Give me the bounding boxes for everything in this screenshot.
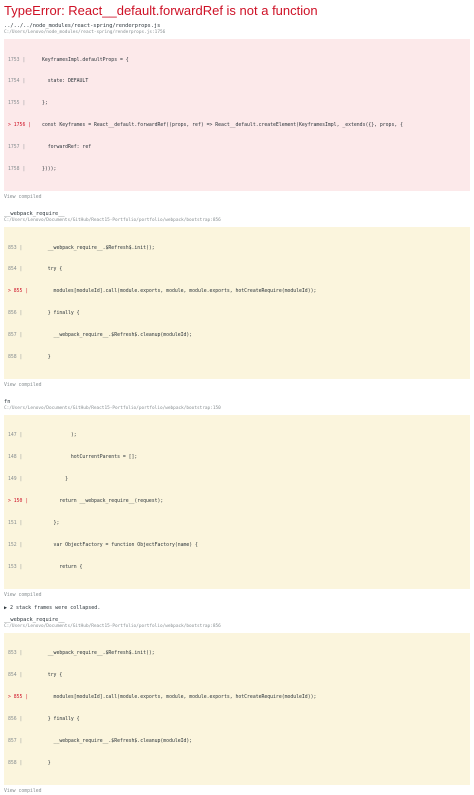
code-text: };	[42, 521, 60, 527]
code-text: __webpack_require__.$Refresh$.init();	[42, 651, 155, 657]
code-text: } finally {	[42, 311, 80, 317]
code-text: );	[42, 433, 77, 439]
code-line: 858 | }	[8, 354, 466, 361]
frame-function-name: ../../../node_modules/react-spring/rende…	[4, 23, 161, 29]
code-text: })));	[42, 167, 57, 173]
stack-frame: __webpack_require__ C:/Users/Lenovo/Docu…	[4, 617, 470, 795]
code-text: return __webpack_require__(request);	[42, 499, 164, 505]
line-number: 857 |	[8, 738, 23, 744]
line-number: > 855 |	[8, 289, 29, 295]
code-text: };	[42, 101, 48, 107]
code-line: 854 | try {	[8, 266, 466, 273]
line-number: 858 |	[8, 760, 23, 766]
code-line: 853 | __webpack_require__.$Refresh$.init…	[8, 650, 466, 657]
code-line: 857 | __webpack_require__.$Refresh$.clea…	[8, 332, 466, 339]
code-text: }	[42, 477, 68, 483]
line-number: 1754 |	[8, 79, 26, 85]
frame-file-path[interactable]: C:/Users/Lenovo/Documents/GitHub/React15…	[4, 218, 470, 224]
code-text: __webpack_require__.$Refresh$.cleanup(mo…	[42, 333, 193, 339]
line-number: 1753 |	[8, 57, 26, 63]
line-number: 152 |	[8, 542, 23, 548]
view-compiled-link[interactable]: View compiled	[4, 194, 470, 201]
code-line: 151 | };	[8, 520, 466, 527]
code-line-highlighted: > 1756 | const Keyframes = React__default…	[8, 122, 466, 129]
view-compiled-link[interactable]: View compiled	[4, 788, 470, 795]
code-snippet: 853 | __webpack_require__.$Refresh$.init…	[4, 226, 470, 379]
code-text: } finally {	[42, 716, 80, 722]
line-number: > 1756 |	[8, 123, 32, 129]
line-number: 857 |	[8, 333, 23, 339]
code-text: try {	[42, 673, 63, 679]
code-text: state: DEFAULT	[42, 79, 89, 85]
code-line: 1753 | KeyframesImpl.defaultProps = {	[8, 57, 466, 64]
code-text: var ObjectFactory = function ObjectFacto…	[42, 542, 198, 548]
code-line: 858 | }	[8, 760, 466, 767]
collapsed-frames-toggle[interactable]: ▶ 2 stack frames were collapsed.	[4, 605, 470, 612]
error-overlay: TypeError: React__default.forwardRef is …	[0, 3, 474, 794]
line-number: 854 |	[8, 267, 23, 273]
frame-file-path[interactable]: C:/Users/Lenovo/Documents/GitHub/React15…	[4, 406, 470, 412]
code-text: }	[42, 354, 51, 360]
code-line: 153 | return {	[8, 564, 466, 571]
line-number: 151 |	[8, 521, 23, 527]
line-number: 1755 |	[8, 101, 26, 107]
code-text: modules[moduleId].call(module.exports, m…	[42, 289, 317, 295]
line-number: 854 |	[8, 673, 23, 679]
frame-function-name: __webpack_require__	[4, 616, 65, 623]
code-text: __webpack_require__.$Refresh$.cleanup(mo…	[42, 738, 193, 744]
code-text: try {	[42, 267, 63, 273]
code-line: 147 | );	[8, 432, 466, 439]
code-line: 857 | __webpack_require__.$Refresh$.clea…	[8, 738, 466, 745]
code-text: KeyframesImpl.defaultProps = {	[42, 57, 129, 63]
code-line: 1754 | state: DEFAULT	[8, 78, 466, 85]
code-snippet: 1753 | KeyframesImpl.defaultProps = { 175…	[4, 39, 470, 191]
stack-frame: __webpack_require__ C:/Users/Lenovo/Docu…	[4, 211, 470, 389]
code-text: const Keyframes = React__default.forward…	[42, 123, 403, 129]
code-line: 856 | } finally {	[8, 310, 466, 317]
view-compiled-link[interactable]: View compiled	[4, 382, 470, 389]
code-text: modules[moduleId].call(module.exports, m…	[42, 695, 317, 701]
error-title: TypeError: React__default.forwardRef is …	[4, 3, 318, 18]
stack-frame: fn C:/Users/Lenovo/Documents/GitHub/Reac…	[4, 399, 470, 599]
code-text: forwardRef: ref	[42, 145, 92, 151]
code-text: }	[42, 760, 51, 766]
frame-file-path[interactable]: C:/Users/Lenovo/node_modules/react-sprin…	[4, 30, 470, 36]
frame-function-name: fn	[4, 398, 11, 405]
line-number: > 855 |	[8, 695, 29, 701]
code-snippet: 853 | __webpack_require__.$Refresh$.init…	[4, 632, 470, 785]
code-text: __webpack_require__.$Refresh$.init();	[42, 245, 155, 251]
line-number: > 150 |	[8, 499, 29, 505]
line-number: 149 |	[8, 477, 23, 483]
code-line: 1758 |})));	[8, 166, 466, 173]
frame-function-name: __webpack_require__	[4, 210, 65, 217]
code-line-highlighted: > 855 | modules[moduleId].call(module.ex…	[8, 694, 466, 701]
line-number: 853 |	[8, 245, 23, 251]
line-number: 147 |	[8, 433, 23, 439]
line-number: 1758 |	[8, 167, 26, 173]
code-line: 856 | } finally {	[8, 716, 466, 723]
code-line-highlighted: > 150 | return __webpack_require__(reque…	[8, 498, 466, 505]
code-text: return {	[42, 564, 83, 570]
line-number: 856 |	[8, 311, 23, 317]
code-snippet: 147 | ); 148 | hotCurrentParents = []; 1…	[4, 414, 470, 589]
line-number: 153 |	[8, 564, 23, 570]
line-number: 856 |	[8, 716, 23, 722]
code-line: 148 | hotCurrentParents = [];	[8, 454, 466, 461]
code-line: 1755 |};	[8, 100, 466, 107]
code-line: 853 | __webpack_require__.$Refresh$.init…	[8, 245, 466, 252]
code-line: 152 | var ObjectFactory = function Objec…	[8, 542, 466, 549]
code-line: 149 | }	[8, 476, 466, 483]
code-text: hotCurrentParents = [];	[42, 455, 138, 461]
line-number: 1757 |	[8, 145, 26, 151]
code-line: 1757 | forwardRef: ref	[8, 144, 466, 151]
frame-file-path[interactable]: C:/Users/Lenovo/Documents/GitHub/React15…	[4, 624, 470, 630]
line-number: 148 |	[8, 455, 23, 461]
stack-frame: ../../../node_modules/react-spring/rende…	[4, 23, 470, 201]
line-number: 858 |	[8, 354, 23, 360]
code-line-highlighted: > 855 | modules[moduleId].call(module.ex…	[8, 288, 466, 295]
code-line: 854 | try {	[8, 672, 466, 679]
view-compiled-link[interactable]: View compiled	[4, 592, 470, 599]
line-number: 853 |	[8, 651, 23, 657]
